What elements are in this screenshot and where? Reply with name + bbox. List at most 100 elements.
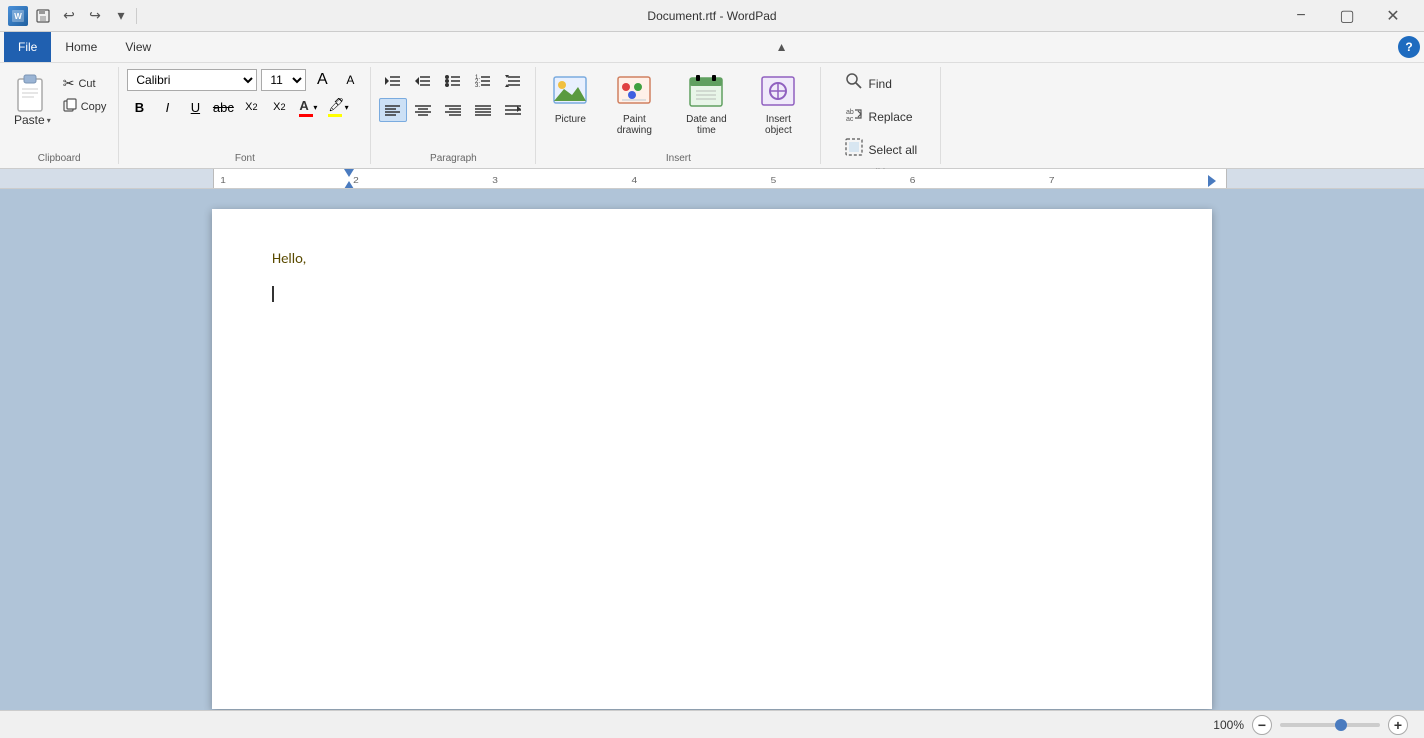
- svg-text:5: 5: [771, 176, 777, 185]
- insert-object-label: Insert object: [752, 114, 804, 136]
- increase-indent-button[interactable]: [409, 69, 437, 93]
- underline-button[interactable]: U: [183, 96, 207, 118]
- font-row-1: Calibri 11 A A: [127, 69, 362, 91]
- svg-text:1: 1: [220, 176, 226, 185]
- document-area: Hello,: [0, 189, 1424, 711]
- align-left-button[interactable]: [379, 98, 407, 122]
- clipboard-label: Clipboard: [38, 153, 81, 164]
- right-to-left-button[interactable]: [499, 98, 527, 122]
- strikethrough-button[interactable]: abc: [211, 96, 235, 118]
- copy-icon: [63, 98, 77, 115]
- status-bar: 100% − +: [0, 710, 1424, 738]
- cut-icon: ✂: [63, 75, 75, 92]
- select-all-button[interactable]: Select all: [839, 135, 924, 164]
- select-all-icon: [845, 138, 863, 161]
- insert-object-button[interactable]: Insert object: [744, 69, 812, 140]
- line-spacing-button[interactable]: [499, 69, 527, 93]
- font-family-select[interactable]: Calibri: [127, 69, 257, 91]
- copy-button[interactable]: Copy: [59, 96, 111, 117]
- svg-text:4: 4: [631, 176, 637, 185]
- paste-dropdown-arrow: ▾: [47, 116, 51, 125]
- title-separator: [136, 8, 137, 24]
- window-controls: − ▢ ✕: [1278, 0, 1416, 32]
- close-button[interactable]: ✕: [1370, 0, 1416, 32]
- paragraph-label: Paragraph: [430, 153, 477, 164]
- document-content[interactable]: Hello,: [272, 249, 1152, 302]
- font-label: Font: [235, 153, 255, 164]
- picture-icon: [552, 73, 588, 112]
- paint-drawing-button[interactable]: Paint drawing: [600, 69, 668, 140]
- clipboard-small-btns: ✂ Cut Copy: [59, 69, 111, 117]
- redo-quick-btn[interactable]: ↪: [84, 5, 106, 27]
- document-paragraph-2: [272, 283, 1152, 302]
- date-time-button[interactable]: Date and time: [672, 69, 740, 140]
- para-row-1: 1.2.3.: [379, 69, 527, 93]
- align-right-button[interactable]: [439, 98, 467, 122]
- svg-text:ac: ac: [846, 116, 854, 123]
- paragraph-content: 1.2.3.: [379, 67, 527, 151]
- insert-object-icon: [760, 73, 796, 112]
- minimize-button[interactable]: −: [1278, 0, 1324, 32]
- undo-quick-btn[interactable]: ↩: [58, 5, 80, 27]
- tab-home[interactable]: Home: [51, 32, 111, 62]
- font-content: Calibri 11 A A B I U abc X2 X2: [127, 67, 362, 151]
- zoom-slider[interactable]: [1280, 723, 1380, 727]
- maximize-button[interactable]: ▢: [1324, 0, 1370, 32]
- zoom-in-button[interactable]: +: [1388, 715, 1408, 735]
- picture-button[interactable]: Picture: [544, 69, 596, 129]
- tab-file[interactable]: File: [4, 32, 51, 62]
- replace-label: Replace: [869, 110, 913, 124]
- paint-drawing-icon: [616, 73, 652, 112]
- font-color-button[interactable]: A ▾: [295, 96, 321, 118]
- window-title: Document.rtf - WordPad: [647, 9, 776, 23]
- date-time-label: Date and time: [680, 114, 732, 136]
- superscript-button[interactable]: X2: [267, 96, 291, 118]
- replace-button[interactable]: ab ac Replace: [839, 102, 919, 131]
- find-icon: [845, 72, 863, 95]
- decrease-indent-button[interactable]: [379, 69, 407, 93]
- font-size-select[interactable]: 11: [261, 69, 306, 91]
- ribbon-collapse-btn[interactable]: ▲: [771, 36, 793, 58]
- customize-quick-btn[interactable]: ▾: [110, 5, 132, 27]
- zoom-out-button[interactable]: −: [1252, 715, 1272, 735]
- help-button[interactable]: ?: [1398, 36, 1420, 58]
- app-icon: W: [8, 6, 28, 26]
- align-center-button[interactable]: [409, 98, 437, 122]
- highlight-color-button[interactable]: 🖊 ▾: [325, 96, 351, 118]
- document-paragraph-1: Hello,: [272, 249, 1152, 267]
- editing-group: Find ab ac Replace: [821, 67, 941, 164]
- insert-label: Insert: [666, 153, 691, 164]
- svg-text:3: 3: [492, 176, 498, 185]
- paste-button[interactable]: Paste ▾: [8, 69, 57, 129]
- tab-view[interactable]: View: [111, 32, 165, 62]
- title-bar: W ↩ ↪ ▾ Document.rtf - WordPad − ▢ ✕: [0, 0, 1424, 32]
- font-row-2: B I U abc X2 X2 A ▾ 🖊: [127, 96, 351, 118]
- justify-button[interactable]: [469, 98, 497, 122]
- text-cursor: [272, 286, 274, 302]
- cut-button[interactable]: ✂ Cut: [59, 73, 111, 94]
- cut-label: Cut: [78, 78, 95, 90]
- bold-button[interactable]: B: [127, 96, 151, 118]
- bullets-button[interactable]: [439, 69, 467, 93]
- italic-button[interactable]: I: [155, 96, 179, 118]
- numbered-list-button[interactable]: 1.2.3.: [469, 69, 497, 93]
- save-quick-btn[interactable]: [32, 5, 54, 27]
- font-grow-button[interactable]: A: [310, 69, 334, 91]
- subscript-button[interactable]: X2: [239, 96, 263, 118]
- paragraph-group: 1.2.3.: [371, 67, 536, 164]
- paste-icon: [14, 71, 50, 113]
- paste-label: Paste: [14, 113, 45, 127]
- quick-access-toolbar: W ↩ ↪ ▾: [8, 5, 132, 27]
- date-time-icon: [688, 73, 724, 112]
- editing-content: Find ab ac Replace: [839, 67, 924, 166]
- clipboard-group: Paste ▾ ✂ Cut: [0, 67, 119, 164]
- ribbon: File Home View ▲ ?: [0, 32, 1424, 169]
- replace-icon: ab ac: [845, 105, 863, 128]
- select-all-label: Select all: [869, 143, 918, 157]
- insert-group: Picture Paint drawing: [536, 67, 821, 164]
- font-shrink-button[interactable]: A: [338, 69, 362, 91]
- ribbon-content: Paste ▾ ✂ Cut: [0, 62, 1424, 168]
- find-button[interactable]: Find: [839, 69, 898, 98]
- copy-label: Copy: [81, 101, 107, 113]
- svg-text:ab: ab: [846, 109, 854, 116]
